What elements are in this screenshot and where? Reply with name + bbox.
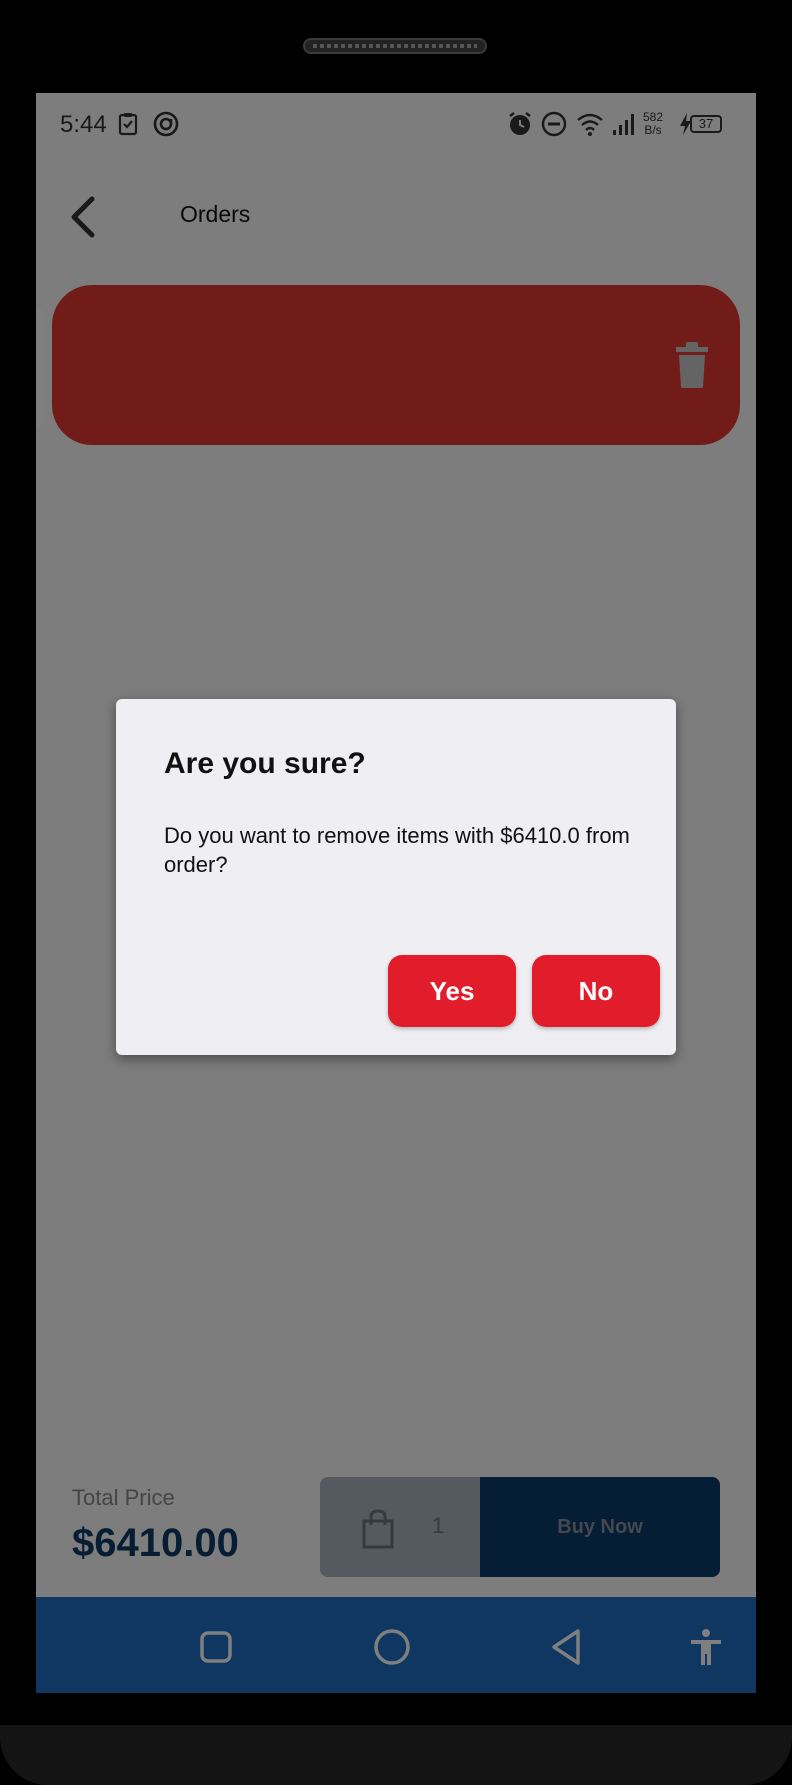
dialog-message: Do you want to remove items with $6410.0…	[164, 823, 630, 877]
phone-speaker	[303, 38, 487, 54]
app-screen: 5:44	[36, 93, 756, 1693]
yes-button[interactable]: Yes	[388, 955, 516, 1027]
phone-frame: 5:44	[0, 0, 792, 1785]
no-button[interactable]: No	[532, 955, 660, 1027]
confirm-remove-dialog: Are you sure? Do you want to remove item…	[116, 699, 676, 1055]
dialog-title: Are you sure?	[164, 747, 366, 780]
